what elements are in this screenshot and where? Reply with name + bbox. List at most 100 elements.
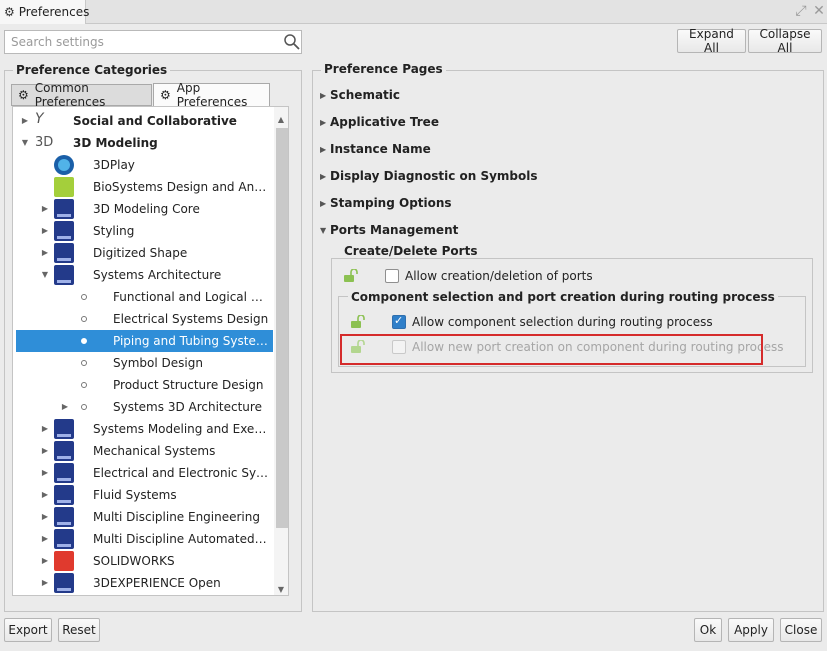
chevron-right-icon[interactable]: ▶ <box>40 490 50 500</box>
ok-button[interactable]: Ok <box>694 618 722 642</box>
tree-item-piping-tubing[interactable]: Piping and Tubing System... <box>16 330 273 352</box>
tree-item-label: SOLIDWORKS <box>93 554 175 568</box>
chevron-right-icon[interactable]: ▶ <box>320 145 330 154</box>
tree-item-biosystems[interactable]: BioSystems Design and Analysis <box>13 176 274 198</box>
chevron-right-icon[interactable]: ▶ <box>40 204 50 214</box>
search-input[interactable] <box>4 30 302 54</box>
page-instance-name[interactable]: ▶ Instance Name <box>320 139 431 159</box>
bullet-icon <box>81 382 87 388</box>
chevron-right-icon[interactable]: ▶ <box>40 556 50 566</box>
page-schematic[interactable]: ▶ Schematic <box>320 85 400 105</box>
tree-item-multi-discipline-automated[interactable]: ▶ Multi Discipline Automated En... <box>13 528 274 550</box>
page-label: Display Diagnostic on Symbols <box>330 169 538 183</box>
tree-item-3d-modeling-core[interactable]: ▶ 3D Modeling Core <box>13 198 274 220</box>
page-label: Ports Management <box>330 223 459 237</box>
close-button[interactable]: Close <box>780 618 822 642</box>
chevron-right-icon[interactable]: ▶ <box>320 118 330 127</box>
chevron-down-icon[interactable]: ▼ <box>40 270 50 280</box>
chevron-right-icon[interactable]: ▶ <box>320 91 330 100</box>
tree-item-label: Mechanical Systems <box>93 444 216 458</box>
page-label: Applicative Tree <box>330 115 439 129</box>
tree-item-electrical-electronic[interactable]: ▶ Electrical and Electronic Systems <box>13 462 274 484</box>
chevron-right-icon[interactable]: ▶ <box>320 172 330 181</box>
tree-item-symbol-design[interactable]: Symbol Design <box>13 352 274 374</box>
tree-item-electrical-systems-design[interactable]: Electrical Systems Design <box>13 308 274 330</box>
component-selection-title: Component selection and port creation du… <box>348 290 778 304</box>
unlock-icon <box>351 315 365 328</box>
bullet-icon <box>81 404 87 410</box>
tree-item-styling[interactable]: ▶ Styling <box>13 220 274 242</box>
window-tab[interactable]: ⚙ Preferences <box>0 0 89 24</box>
page-applicative-tree[interactable]: ▶ Applicative Tree <box>320 112 439 132</box>
catia-icon <box>54 463 74 483</box>
tree-item-product-structure-design[interactable]: Product Structure Design <box>13 374 274 396</box>
maximize-icon[interactable]: ⤢ <box>792 2 810 20</box>
tree-item-digitized-shape[interactable]: ▶ Digitized Shape <box>13 242 274 264</box>
chevron-right-icon[interactable]: ▶ <box>40 468 50 478</box>
tree-item-label: Multi Discipline Automated En... <box>93 532 269 546</box>
catia-icon <box>54 573 74 593</box>
tree-item-functional-logical[interactable]: Functional and Logical Des... <box>13 286 274 308</box>
tree-item-systems-3d-architecture[interactable]: ▶ Systems 3D Architecture <box>13 396 274 418</box>
reset-button[interactable]: Reset <box>58 618 100 642</box>
scroll-down-icon[interactable]: ▼ <box>275 584 287 596</box>
chevron-right-icon[interactable]: ▶ <box>40 534 50 544</box>
tree-item-3d-modeling[interactable]: ▼ 3D 3D Modeling <box>13 132 274 154</box>
tree-item-label: 3DPlay <box>93 158 135 172</box>
tree-item-label: Social and Collaborative <box>73 114 237 128</box>
y-icon: Y <box>35 111 44 127</box>
chevron-down-icon[interactable]: ▼ <box>320 226 330 235</box>
categories-title: Preference Categories <box>13 63 171 77</box>
chevron-right-icon[interactable]: ▶ <box>40 446 50 456</box>
tree-item-solidworks[interactable]: ▶ SOLIDWORKS <box>13 550 274 572</box>
tree-item-social-collaborative[interactable]: ▶ Y Social and Collaborative <box>13 110 274 132</box>
page-ports-management[interactable]: ▼ Ports Management <box>320 220 458 240</box>
page-label: Instance Name <box>330 142 431 156</box>
allow-creation-deletion-checkbox[interactable] <box>385 269 399 283</box>
chevron-down-icon[interactable]: ▼ <box>20 138 30 148</box>
page-label: Stamping Options <box>330 196 452 210</box>
allow-creation-deletion-label: Allow creation/deletion of ports <box>405 269 593 283</box>
page-display-diagnostic[interactable]: ▶ Display Diagnostic on Symbols <box>320 166 538 186</box>
bullet-icon <box>81 316 87 322</box>
tree-item-3dexperience-open[interactable]: ▶ 3DEXPERIENCE Open <box>13 572 274 594</box>
tree-item-multi-discipline-engineering[interactable]: ▶ Multi Discipline Engineering <box>13 506 274 528</box>
tree-item-label: Multi Discipline Engineering <box>93 510 260 524</box>
tab-common-preferences[interactable]: ⚙ Common Preferences <box>11 81 152 109</box>
chevron-right-icon[interactable]: ▶ <box>320 199 330 208</box>
chevron-right-icon[interactable]: ▶ <box>40 248 50 258</box>
chevron-right-icon[interactable]: ▶ <box>40 578 50 588</box>
chevron-right-icon[interactable]: ▶ <box>40 512 50 522</box>
bullet-icon <box>81 360 87 366</box>
tree-item-3dplay[interactable]: 3DPlay <box>13 154 274 176</box>
catia-icon <box>54 507 74 527</box>
tree-scrollbar-thumb[interactable] <box>276 128 288 528</box>
chevron-right-icon[interactable]: ▶ <box>40 424 50 434</box>
close-icon[interactable]: ✕ <box>810 2 827 20</box>
tree-item-systems-architecture[interactable]: ▼ Systems Architecture <box>13 264 274 286</box>
chevron-right-icon[interactable]: ▶ <box>60 402 70 412</box>
create-delete-ports-title: Create/Delete Ports <box>341 244 481 258</box>
category-tree[interactable]: ▶ Y Social and Collaborative ▼ 3D 3D Mod… <box>12 106 289 596</box>
tab-app-preferences[interactable]: ⚙ App Preferences <box>153 81 270 109</box>
apply-button[interactable]: Apply <box>728 618 774 642</box>
search-icon[interactable] <box>283 33 301 51</box>
tree-item-fluid-systems[interactable]: ▶ Fluid Systems <box>13 484 274 506</box>
page-label: Schematic <box>330 88 401 102</box>
tree-item-label: Styling <box>93 224 135 238</box>
collapse-all-button[interactable]: Collapse All <box>748 27 822 55</box>
export-button[interactable]: Export <box>4 618 52 642</box>
page-stamping-options[interactable]: ▶ Stamping Options <box>320 193 452 213</box>
expand-all-button[interactable]: Expand All <box>677 27 746 55</box>
biosystems-icon <box>54 177 74 197</box>
chevron-right-icon[interactable]: ▶ <box>20 116 30 126</box>
tree-item-systems-modeling[interactable]: ▶ Systems Modeling and Execut... <box>13 418 274 440</box>
bullet-icon <box>81 294 87 300</box>
catia-icon <box>54 419 74 439</box>
chevron-right-icon[interactable]: ▶ <box>40 226 50 236</box>
tree-item-mechanical-systems[interactable]: ▶ Mechanical Systems <box>13 440 274 462</box>
scroll-up-icon[interactable]: ▲ <box>275 114 287 126</box>
allow-component-selection-checkbox[interactable] <box>392 314 406 329</box>
title-bar <box>0 0 827 24</box>
tree-item-label: Electrical and Electronic Systems <box>93 466 273 480</box>
